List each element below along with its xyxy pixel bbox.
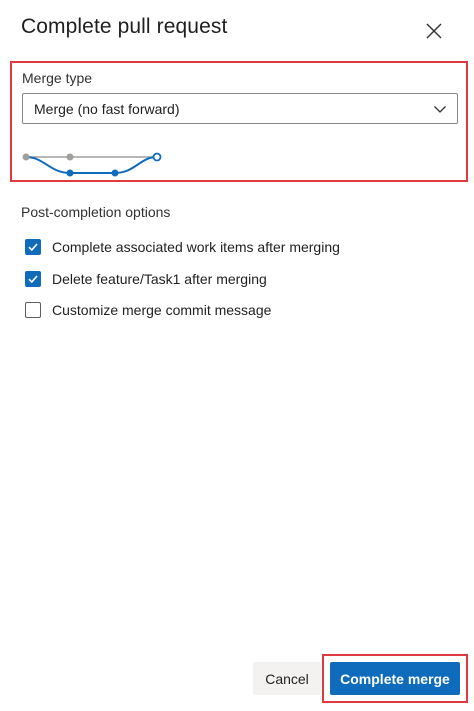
- cancel-button[interactable]: Cancel: [253, 662, 321, 695]
- option-complete-work-items[interactable]: Complete associated work items after mer…: [25, 239, 340, 255]
- checkmark-icon: [28, 243, 38, 252]
- option-delete-branch[interactable]: Delete feature/Task1 after merging: [25, 271, 267, 287]
- checkmark-icon: [28, 275, 38, 284]
- chevron-down-icon: [434, 106, 446, 113]
- merge-no-fast-forward-diagram-icon: [22, 152, 162, 177]
- complete-merge-highlight: Complete merge: [322, 654, 468, 703]
- merge-type-dropdown[interactable]: Merge (no fast forward): [22, 93, 458, 124]
- checkbox-customize-commit-message[interactable]: [25, 302, 41, 318]
- merge-type-section: Merge type Merge (no fast forward): [10, 61, 468, 182]
- option-label: Customize merge commit message: [52, 302, 272, 318]
- complete-pull-request-dialog: Complete pull request Merge type Merge (…: [0, 0, 474, 711]
- option-label: Complete associated work items after mer…: [52, 239, 340, 255]
- complete-merge-button[interactable]: Complete merge: [330, 662, 460, 695]
- merge-type-label: Merge type: [22, 70, 93, 86]
- close-icon: [426, 23, 442, 39]
- checkbox-delete-branch[interactable]: [25, 271, 41, 287]
- close-button[interactable]: [420, 17, 448, 45]
- post-completion-label: Post-completion options: [21, 204, 171, 220]
- option-customize-commit-message[interactable]: Customize merge commit message: [25, 302, 271, 318]
- option-label: Delete feature/Task1 after merging: [52, 271, 267, 287]
- dialog-title: Complete pull request: [21, 15, 228, 38]
- checkbox-complete-work-items[interactable]: [25, 239, 41, 255]
- merge-type-selected-value: Merge (no fast forward): [34, 101, 180, 117]
